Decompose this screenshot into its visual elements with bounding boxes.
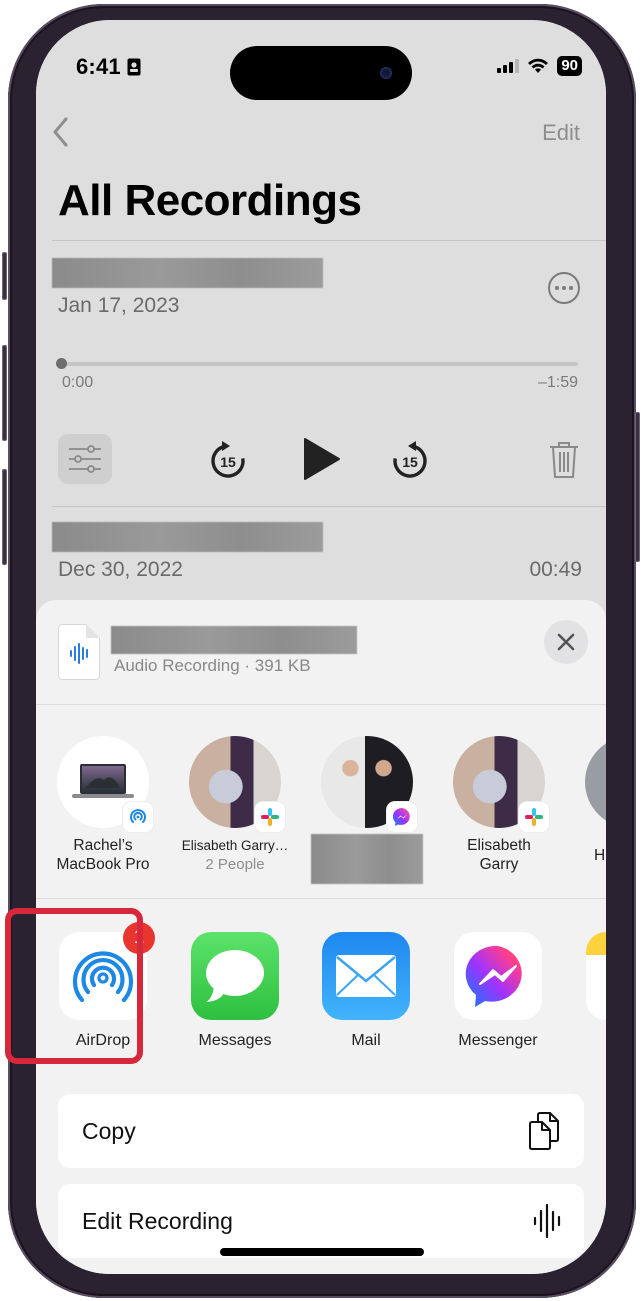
delete-button[interactable] — [548, 440, 580, 480]
app-notes-partial[interactable] — [575, 932, 606, 1020]
copy-icon — [529, 1112, 559, 1150]
app-label: Messenger — [458, 1032, 538, 1049]
airdrop-icon — [72, 951, 134, 1003]
messenger-badge-icon — [387, 802, 417, 832]
macbook-icon — [72, 764, 134, 798]
person-elisabeth-garry[interactable]: Elisabeth Garry — [434, 736, 564, 874]
file-title-redacted — [111, 626, 357, 654]
skip-forward-15-icon: 15 — [393, 441, 427, 478]
power-button — [635, 412, 640, 562]
people-suggestions: Rachel’s MacBook Pro Elisabeth Garry… 2 … — [36, 716, 606, 896]
svg-text:15: 15 — [402, 454, 418, 470]
recording-duration: 00:49 — [529, 558, 582, 581]
action-label: Copy — [82, 1117, 136, 1144]
skip-back-15-icon: 15 — [211, 441, 245, 478]
skip-back-button[interactable]: 15 — [208, 438, 248, 482]
airdrop-badge-icon — [123, 802, 153, 832]
chevron-left-icon — [53, 117, 68, 147]
action-label: Edit Recording — [82, 1207, 233, 1234]
action-button — [2, 252, 7, 300]
status-icons: 90 — [497, 56, 582, 76]
file-subtitle: Audio Recording · 391 KB — [114, 656, 311, 675]
play-button[interactable] — [302, 436, 342, 482]
avatar — [57, 736, 153, 832]
svg-text:15: 15 — [220, 454, 236, 470]
notes-icon — [586, 932, 606, 1020]
volume-up-button — [2, 345, 7, 441]
divider — [52, 506, 606, 507]
copy-action[interactable]: Copy — [58, 1094, 584, 1168]
recording-date: Jan 17, 2023 — [58, 294, 180, 317]
app-messages[interactable]: Messages — [180, 932, 290, 1050]
messages-icon — [206, 950, 264, 1002]
avatar — [189, 736, 285, 832]
share-sheet: Audio Recording · 391 KB Rachel’s MacBoo… — [36, 600, 606, 1274]
wifi-icon — [528, 58, 549, 73]
skip-forward-button[interactable]: 15 — [390, 438, 430, 482]
person-name: Elisabeth Garry — [467, 837, 531, 873]
recording-title-redacted — [52, 258, 323, 288]
person-name: H — [594, 847, 606, 864]
options-button[interactable] — [58, 434, 112, 484]
person-name: Elisabeth Garry… — [181, 838, 289, 853]
app-messenger[interactable]: Messenger — [443, 932, 553, 1050]
camera-icon — [380, 67, 392, 79]
page-title: All Recordings — [58, 176, 362, 225]
recording-date: Dec 30, 2022 — [58, 558, 183, 581]
volume-down-button — [2, 469, 7, 565]
person-badge-icon — [127, 58, 141, 76]
notification-badge: 1 — [123, 922, 155, 954]
divider — [36, 704, 606, 705]
app-airdrop[interactable]: 1 AirDrop — [48, 922, 158, 1050]
close-icon — [557, 633, 575, 651]
divider — [36, 898, 606, 899]
audio-file-icon — [58, 624, 100, 680]
screen: 6:41 90 Edit All Recordings Jan 17, 2023… — [36, 20, 606, 1274]
person-name-redacted — [311, 834, 423, 884]
person-partial[interactable]: H — [566, 736, 606, 865]
dynamic-island — [230, 46, 412, 100]
person-name: Rachel’s MacBook Pro — [56, 837, 150, 873]
waveform-icon — [533, 1203, 561, 1239]
options-icon — [69, 445, 101, 473]
divider — [52, 240, 606, 241]
home-indicator[interactable] — [220, 1248, 424, 1256]
app-label: Mail — [351, 1032, 381, 1049]
mail-icon — [336, 955, 396, 997]
person-subtitle: 2 People — [205, 856, 265, 873]
elapsed-time: 0:00 — [62, 374, 94, 391]
avatar — [585, 736, 606, 828]
share-apps: 1 AirDrop Messages Mail Messenger — [36, 900, 606, 1070]
status-time: 6:41 — [76, 54, 141, 80]
trash-icon — [550, 442, 578, 478]
avatar — [321, 736, 417, 832]
close-button[interactable] — [544, 620, 588, 664]
recording-title-redacted — [52, 522, 323, 552]
scrubber-knob[interactable] — [56, 358, 67, 369]
edit-button[interactable]: Edit — [542, 120, 580, 146]
remaining-time: –1:59 — [537, 374, 578, 391]
person-redacted[interactable] — [302, 736, 432, 884]
person-rachels-macbook[interactable]: Rachel’s MacBook Pro — [38, 736, 168, 874]
slack-icon — [255, 802, 285, 832]
avatar — [453, 736, 549, 832]
app-mail[interactable]: Mail — [311, 932, 421, 1050]
messenger-icon — [465, 945, 522, 1007]
playback-scrubber[interactable] — [58, 362, 578, 366]
edit-recording-action[interactable]: Edit Recording — [58, 1184, 584, 1258]
battery-icon: 90 — [557, 56, 582, 76]
app-label: Messages — [198, 1032, 272, 1049]
back-button[interactable] — [46, 115, 76, 149]
app-label: AirDrop — [75, 1032, 131, 1049]
play-icon — [304, 438, 340, 480]
more-options-button[interactable] — [548, 272, 580, 304]
slack-icon — [519, 802, 549, 832]
signal-icon — [497, 59, 520, 73]
waveform-icon — [70, 643, 88, 664]
person-elisabeth-group[interactable]: Elisabeth Garry… 2 People — [170, 736, 300, 874]
